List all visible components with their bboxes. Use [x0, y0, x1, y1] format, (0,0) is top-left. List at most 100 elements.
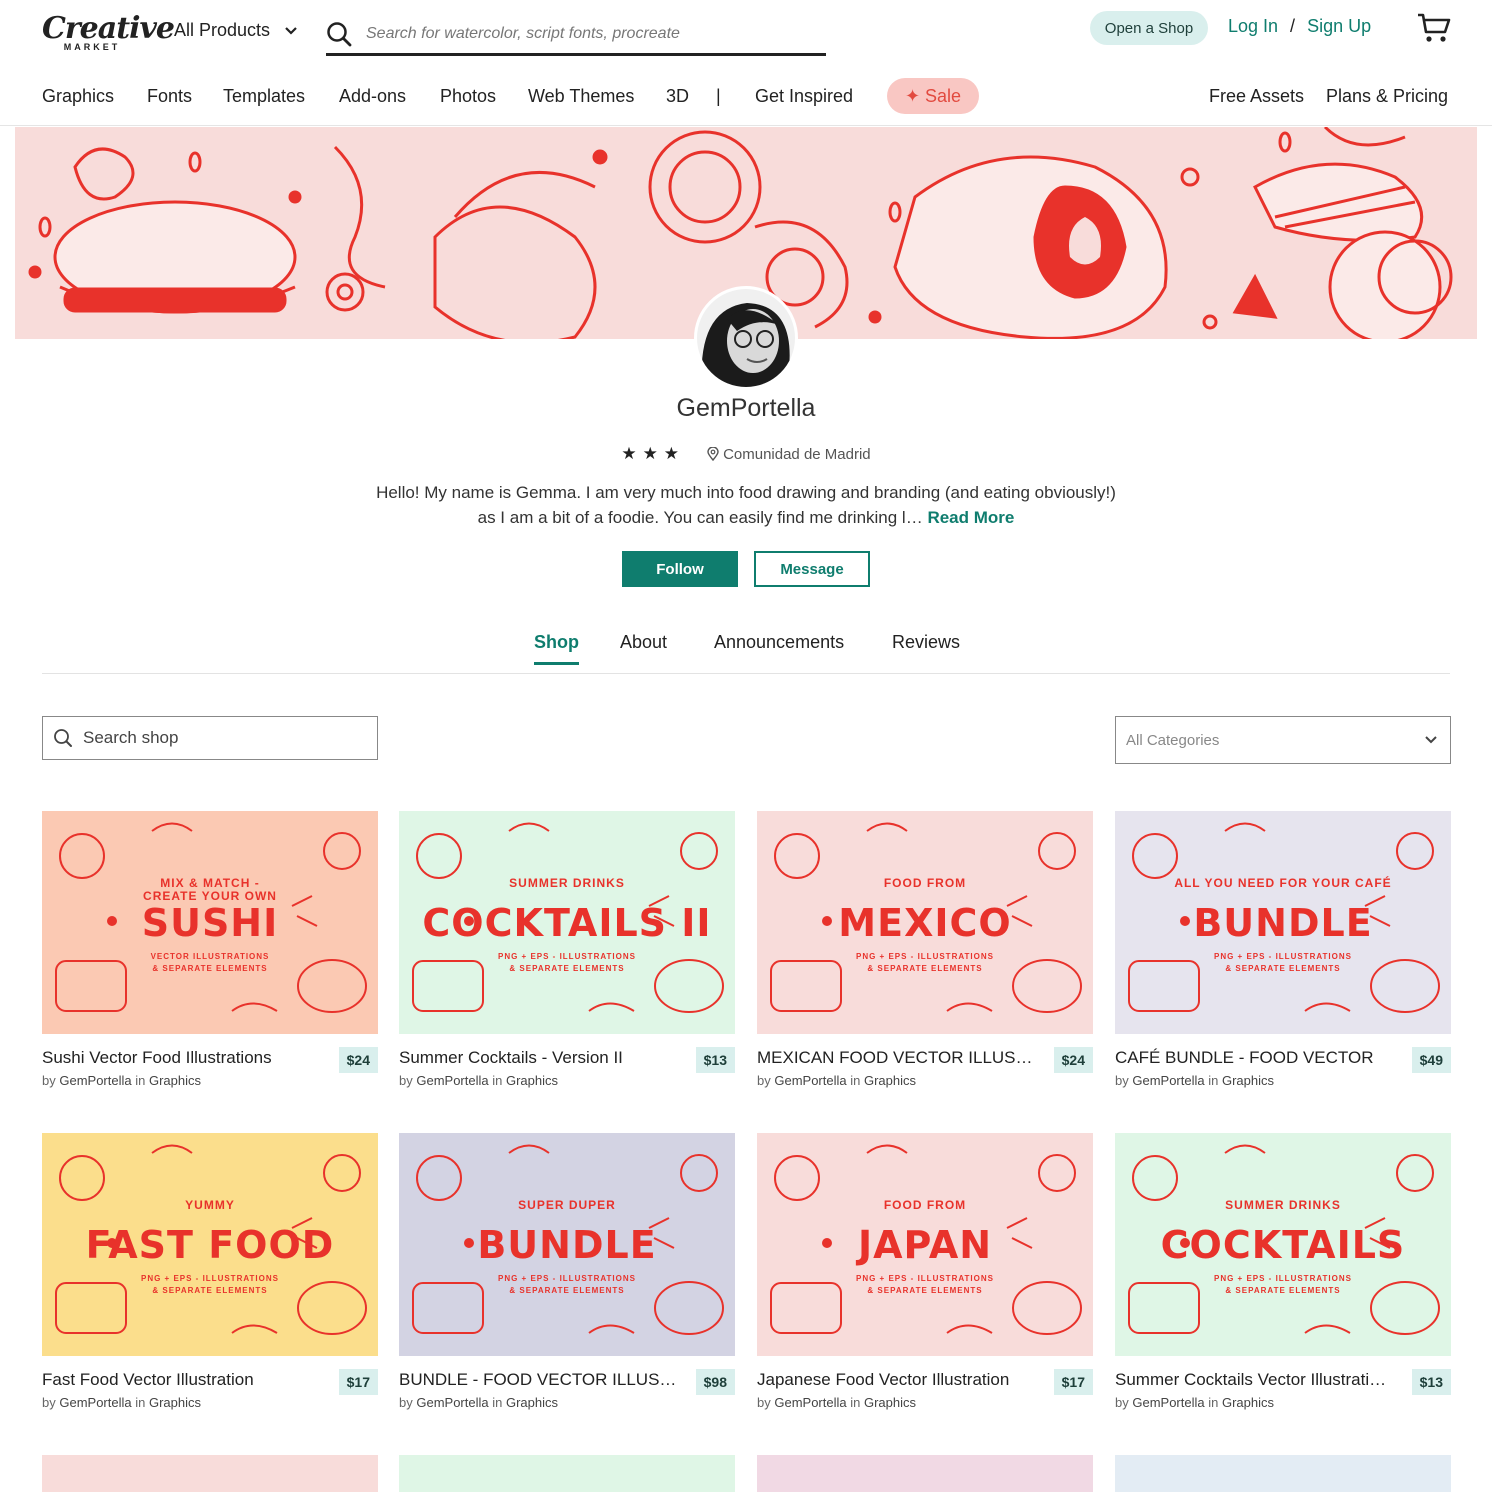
nav-free-assets[interactable]: Free Assets: [1209, 86, 1304, 107]
product-art-title: BUNDLE: [477, 1223, 657, 1267]
product-title[interactable]: Summer Cocktails Vector Illustrations: [1115, 1370, 1395, 1390]
nav-templates[interactable]: Templates: [223, 86, 305, 107]
product-author[interactable]: GemPortella: [1132, 1073, 1204, 1088]
category-select[interactable]: All Categories: [1115, 716, 1451, 764]
product-card[interactable]: FOOD FROM JAPAN PNG + EPS - ILLUSTRATIONS …: [757, 1133, 1093, 1410]
nav-photos[interactable]: Photos: [440, 86, 496, 107]
product-thumbnail[interactable]: FOOD FROM MEXICO PNG + EPS - ILLUSTRATIONS…: [757, 811, 1093, 1034]
nav-sale[interactable]: ✦ Sale: [887, 78, 979, 114]
product-author[interactable]: GemPortella: [59, 1395, 131, 1410]
product-title[interactable]: MEXICAN FOOD VECTOR ILLUSTRATIONS: [757, 1048, 1037, 1068]
creative-market-logo[interactable]: Creative MARKET: [42, 11, 175, 53]
product-byline: by GemPortella in Graphics: [1115, 1073, 1274, 1088]
product-card-peek[interactable]: [42, 1455, 378, 1492]
product-category[interactable]: Graphics: [864, 1395, 916, 1410]
product-category[interactable]: Graphics: [1222, 1073, 1274, 1088]
product-card[interactable]: SUMMER DRINKS COCKTAILS II PNG + EPS - ILL…: [399, 811, 735, 1088]
product-author[interactable]: GemPortella: [1132, 1395, 1204, 1410]
product-thumbnail[interactable]: MIX & MATCH - CREATE YOUR OWN SUSHI VECTOR…: [42, 811, 378, 1034]
nav-fonts[interactable]: Fonts: [147, 86, 192, 107]
search-icon: [54, 729, 72, 747]
tab-announcements[interactable]: Announcements: [714, 632, 844, 653]
nav-3d[interactable]: 3D: [666, 86, 689, 107]
open-shop-button[interactable]: Open a Shop: [1090, 11, 1208, 45]
product-price: $17: [338, 1369, 378, 1395]
nav-web-themes[interactable]: Web Themes: [528, 86, 634, 107]
logo-word: Creative: [42, 11, 175, 46]
product-category[interactable]: Graphics: [149, 1073, 201, 1088]
chevron-down-icon: [285, 26, 297, 35]
product-title[interactable]: Fast Food Vector Illustration: [42, 1370, 322, 1390]
search-icon: [327, 21, 352, 46]
product-thumbnail[interactable]: YUMMY FAST FOOD PNG + EPS - ILLUSTRATIONS …: [42, 1133, 378, 1356]
shop-avatar[interactable]: [694, 286, 798, 390]
product-author[interactable]: GemPortella: [59, 1073, 131, 1088]
product-author[interactable]: GemPortella: [416, 1073, 488, 1088]
product-thumbnail[interactable]: ALL YOU NEED FOR YOUR CAFÉ BUNDLE PNG + EP…: [1115, 811, 1451, 1034]
product-art-subtitle: PNG + EPS - ILLUSTRATIONS & SEPARATE ELE…: [1214, 952, 1352, 973]
rating-stars[interactable]: ★★★: [621, 444, 685, 464]
nav-add-ons[interactable]: Add-ons: [339, 86, 406, 107]
global-search-input[interactable]: Search for watercolor, script fonts, pro…: [366, 25, 680, 43]
product-price: $17: [1053, 1369, 1093, 1395]
shop-name: GemPortella: [676, 394, 816, 422]
shop-meta: ★★★ Comunidad de Madrid: [0, 444, 1492, 464]
product-thumbnail[interactable]: SUMMER DRINKS COCKTAILS II PNG + EPS - ILL…: [399, 811, 735, 1034]
signup-link[interactable]: Sign Up: [1307, 16, 1371, 37]
product-author[interactable]: GemPortella: [774, 1073, 846, 1088]
product-art-subtitle: PNG + EPS - ILLUSTRATIONS & SEPARATE ELE…: [1214, 1274, 1352, 1295]
product-card-peek[interactable]: [1115, 1455, 1451, 1492]
product-title[interactable]: Summer Cocktails - Version II: [399, 1048, 679, 1068]
read-more-link[interactable]: Read More: [927, 508, 1014, 527]
global-search[interactable]: Search for watercolor, script fonts, pro…: [326, 14, 826, 56]
product-card[interactable]: SUPER DUPER BUNDLE PNG + EPS - ILLUSTRATIO…: [399, 1133, 735, 1410]
product-art-subtitle: PNG + EPS - ILLUSTRATIONS & SEPARATE ELE…: [141, 1274, 279, 1295]
product-type-select[interactable]: All Products: [174, 20, 298, 41]
product-card-peek[interactable]: [399, 1455, 735, 1492]
shop-search-input[interactable]: Search shop: [83, 728, 178, 748]
product-card-peek[interactable]: [757, 1455, 1093, 1492]
message-button[interactable]: Message: [754, 551, 870, 587]
product-thumbnail[interactable]: SUPER DUPER BUNDLE PNG + EPS - ILLUSTRATIO…: [399, 1133, 735, 1356]
product-card[interactable]: SUMMER DRINKS COCKTAILS PNG + EPS - ILLUST…: [1115, 1133, 1451, 1410]
follow-button[interactable]: Follow: [622, 551, 738, 587]
product-category[interactable]: Graphics: [149, 1395, 201, 1410]
nav-graphics[interactable]: Graphics: [42, 86, 114, 107]
product-card[interactable]: YUMMY FAST FOOD PNG + EPS - ILLUSTRATIONS …: [42, 1133, 378, 1410]
top-bar: Creative MARKET All Products Search for …: [0, 0, 1492, 64]
product-author[interactable]: GemPortella: [774, 1395, 846, 1410]
product-author[interactable]: GemPortella: [416, 1395, 488, 1410]
nav-plans-pricing[interactable]: Plans & Pricing: [1326, 86, 1448, 107]
by-label: by: [42, 1073, 56, 1088]
product-category[interactable]: Graphics: [1222, 1395, 1274, 1410]
tab-reviews[interactable]: Reviews: [892, 632, 960, 653]
product-title[interactable]: BUNDLE - FOOD VECTOR ILLUSTRATIONS: [399, 1370, 679, 1390]
product-thumbnail[interactable]: SUMMER DRINKS COCKTAILS PNG + EPS - ILLUST…: [1115, 1133, 1451, 1356]
product-price: $13: [1411, 1369, 1451, 1395]
product-category[interactable]: Graphics: [864, 1073, 916, 1088]
cart-icon[interactable]: [1416, 12, 1452, 44]
in-label: in: [135, 1395, 146, 1410]
product-title[interactable]: CAFÉ BUNDLE - FOOD VECTOR: [1115, 1048, 1395, 1068]
by-label: by: [757, 1395, 771, 1410]
product-title[interactable]: Japanese Food Vector Illustration: [757, 1370, 1037, 1390]
product-byline: by GemPortella in Graphics: [757, 1073, 916, 1088]
product-card[interactable]: ALL YOU NEED FOR YOUR CAFÉ BUNDLE PNG + EP…: [1115, 811, 1451, 1088]
product-thumbnail[interactable]: FOOD FROM JAPAN PNG + EPS - ILLUSTRATIONS …: [757, 1133, 1093, 1356]
shop-search-box[interactable]: Search shop: [42, 716, 378, 760]
nav-get-inspired[interactable]: Get Inspired: [755, 86, 853, 107]
product-art-kicker: FOOD FROM: [883, 1198, 967, 1212]
tab-about[interactable]: About: [620, 632, 667, 653]
by-label: by: [399, 1073, 413, 1088]
tab-shop[interactable]: Shop: [534, 632, 579, 665]
product-card[interactable]: MIX & MATCH - CREATE YOUR OWN SUSHI VECTOR…: [42, 811, 378, 1088]
product-art-title: COCKTAILS: [1160, 1223, 1406, 1267]
location-label: Comunidad de Madrid: [723, 445, 871, 463]
product-card[interactable]: FOOD FROM MEXICO PNG + EPS - ILLUSTRATIONS…: [757, 811, 1093, 1088]
product-category[interactable]: Graphics: [506, 1395, 558, 1410]
product-type-label: All Products: [174, 20, 271, 40]
product-category[interactable]: Graphics: [506, 1073, 558, 1088]
nav-divider: |: [716, 86, 721, 106]
login-link[interactable]: Log In: [1228, 16, 1278, 37]
product-title[interactable]: Sushi Vector Food Illustrations: [42, 1048, 322, 1068]
